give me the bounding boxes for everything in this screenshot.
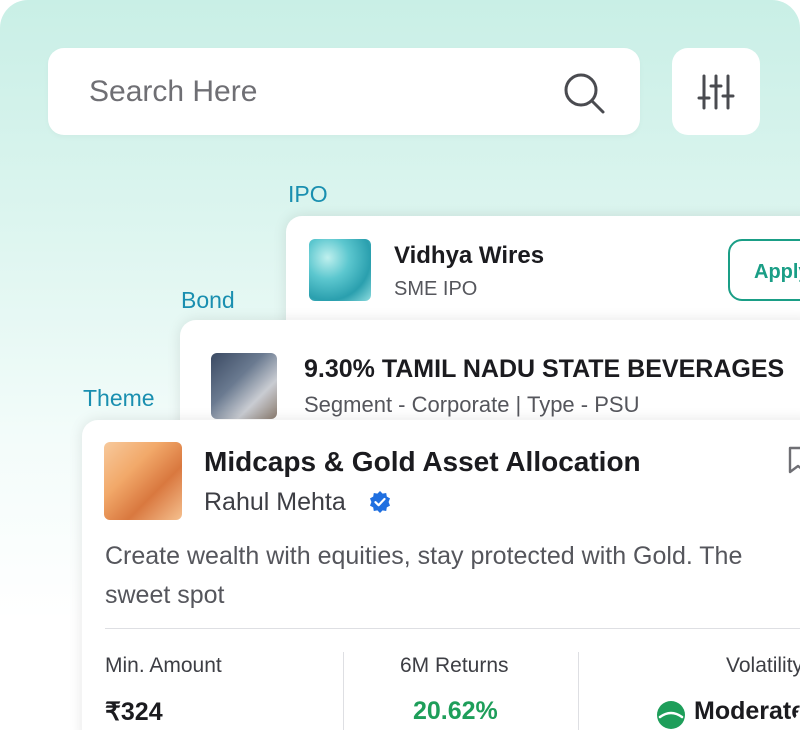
stat-separator	[578, 652, 579, 730]
min-amount-value: ₹324	[105, 698, 163, 726]
bond-subtitle: Segment - Corporate | Type - PSU	[304, 392, 640, 417]
stats-divider	[105, 628, 800, 629]
theme-title: Midcaps & Gold Asset Allocation	[204, 446, 641, 477]
returns-value: 20.62%	[413, 697, 498, 725]
ipo-thumbnail	[309, 239, 371, 301]
returns-label: 6M Returns	[400, 654, 509, 677]
verified-badge-icon	[370, 491, 390, 513]
search-bar[interactable]: Search Here	[48, 48, 640, 135]
app-frame: Search Here IPO Bond Theme Vidhya Wires …	[0, 0, 800, 730]
min-amount-label: Min. Amount	[105, 654, 222, 677]
volatility-value: Moderate	[694, 697, 800, 725]
theme-thumbnail	[104, 442, 182, 520]
volatility-gauge-icon	[657, 701, 685, 729]
ipo-subtitle: SME IPO	[394, 278, 478, 300]
search-input[interactable]: Search Here	[89, 75, 257, 109]
category-label-theme: Theme	[83, 385, 155, 411]
volatility-label: Volatility	[726, 654, 800, 677]
filter-button[interactable]	[672, 48, 760, 135]
stat-separator	[343, 652, 344, 730]
bond-title: 9.30% TAMIL NADU STATE BEVERAGES	[304, 355, 785, 383]
filter-sliders-icon	[697, 74, 735, 110]
theme-description: Create wealth with equities, stay protec…	[105, 542, 743, 609]
theme-author: Rahul Mehta	[204, 488, 346, 516]
category-label-ipo: IPO	[288, 181, 328, 207]
search-icon[interactable]	[562, 71, 606, 115]
category-label-bond: Bond	[181, 287, 235, 313]
bond-thumbnail	[211, 353, 277, 419]
apply-button[interactable]: Apply	[728, 239, 800, 301]
theme-card[interactable]: Midcaps & Gold Asset Allocation Rahul Me…	[82, 420, 800, 730]
ipo-card[interactable]: Vidhya Wires SME IPO Apply	[286, 216, 800, 336]
ipo-title: Vidhya Wires	[394, 242, 545, 269]
bookmark-icon[interactable]	[787, 446, 800, 474]
